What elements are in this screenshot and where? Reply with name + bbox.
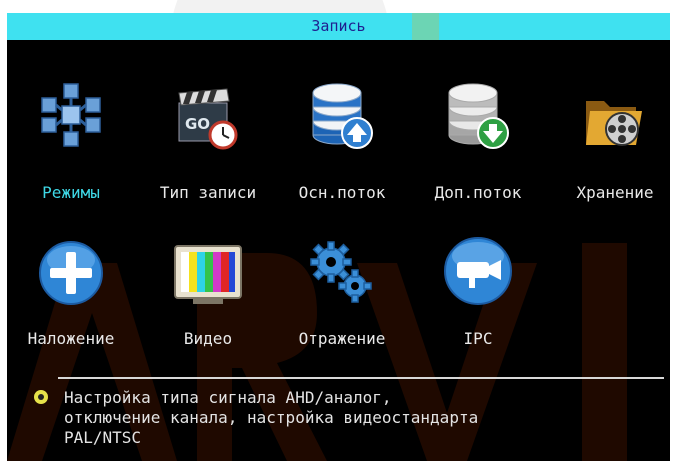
gears-icon (310, 241, 372, 303)
clapper-clock-icon: GO (178, 88, 238, 150)
database-upload-icon (312, 83, 373, 149)
menu-item-label: IPC (463, 329, 493, 348)
plus-circle-icon (39, 241, 103, 305)
menu-item-ipc[interactable]: IPC (443, 236, 513, 358)
menu-item-record-type[interactable]: GO Тип записи (160, 85, 256, 210)
color-bars-tv-icon (174, 245, 242, 304)
camera-circle-icon (444, 237, 512, 305)
svg-text:GO: GO (185, 115, 210, 133)
menu-item-label: Видео (183, 329, 233, 348)
menu-item-main-stream[interactable]: Осн.поток (299, 83, 385, 210)
folder-film-icon (586, 101, 642, 146)
divider (58, 377, 664, 379)
window-title: Запись (7, 13, 670, 40)
menu-item-label: Осн.поток (298, 183, 386, 202)
menu-item-label: Отражение (298, 329, 386, 348)
bullet-icon (34, 390, 48, 404)
hint-text: Настройка типа сигнала AHD/аналог, отклю… (64, 388, 479, 447)
menu-item-label: Наложение (27, 329, 115, 348)
menu-item-label: Доп.поток (434, 183, 522, 202)
menu-item-mirror[interactable]: Отражение (299, 238, 385, 358)
snowflake-cubes-icon (41, 83, 101, 147)
menu-item-overlay[interactable]: Наложение (28, 238, 114, 358)
menu-item-label: Хранение (576, 183, 654, 202)
database-download-icon (448, 83, 509, 149)
menu-item-sub-stream[interactable]: Доп.поток (435, 83, 521, 210)
menu-item-storage[interactable]: Хранение (576, 85, 654, 210)
menu-item-label: Тип записи (159, 183, 257, 202)
menu-item-video[interactable]: Видео (173, 240, 243, 358)
menu-item-label: Режимы (42, 183, 100, 202)
menu-item-modes[interactable]: Режимы (36, 80, 106, 210)
